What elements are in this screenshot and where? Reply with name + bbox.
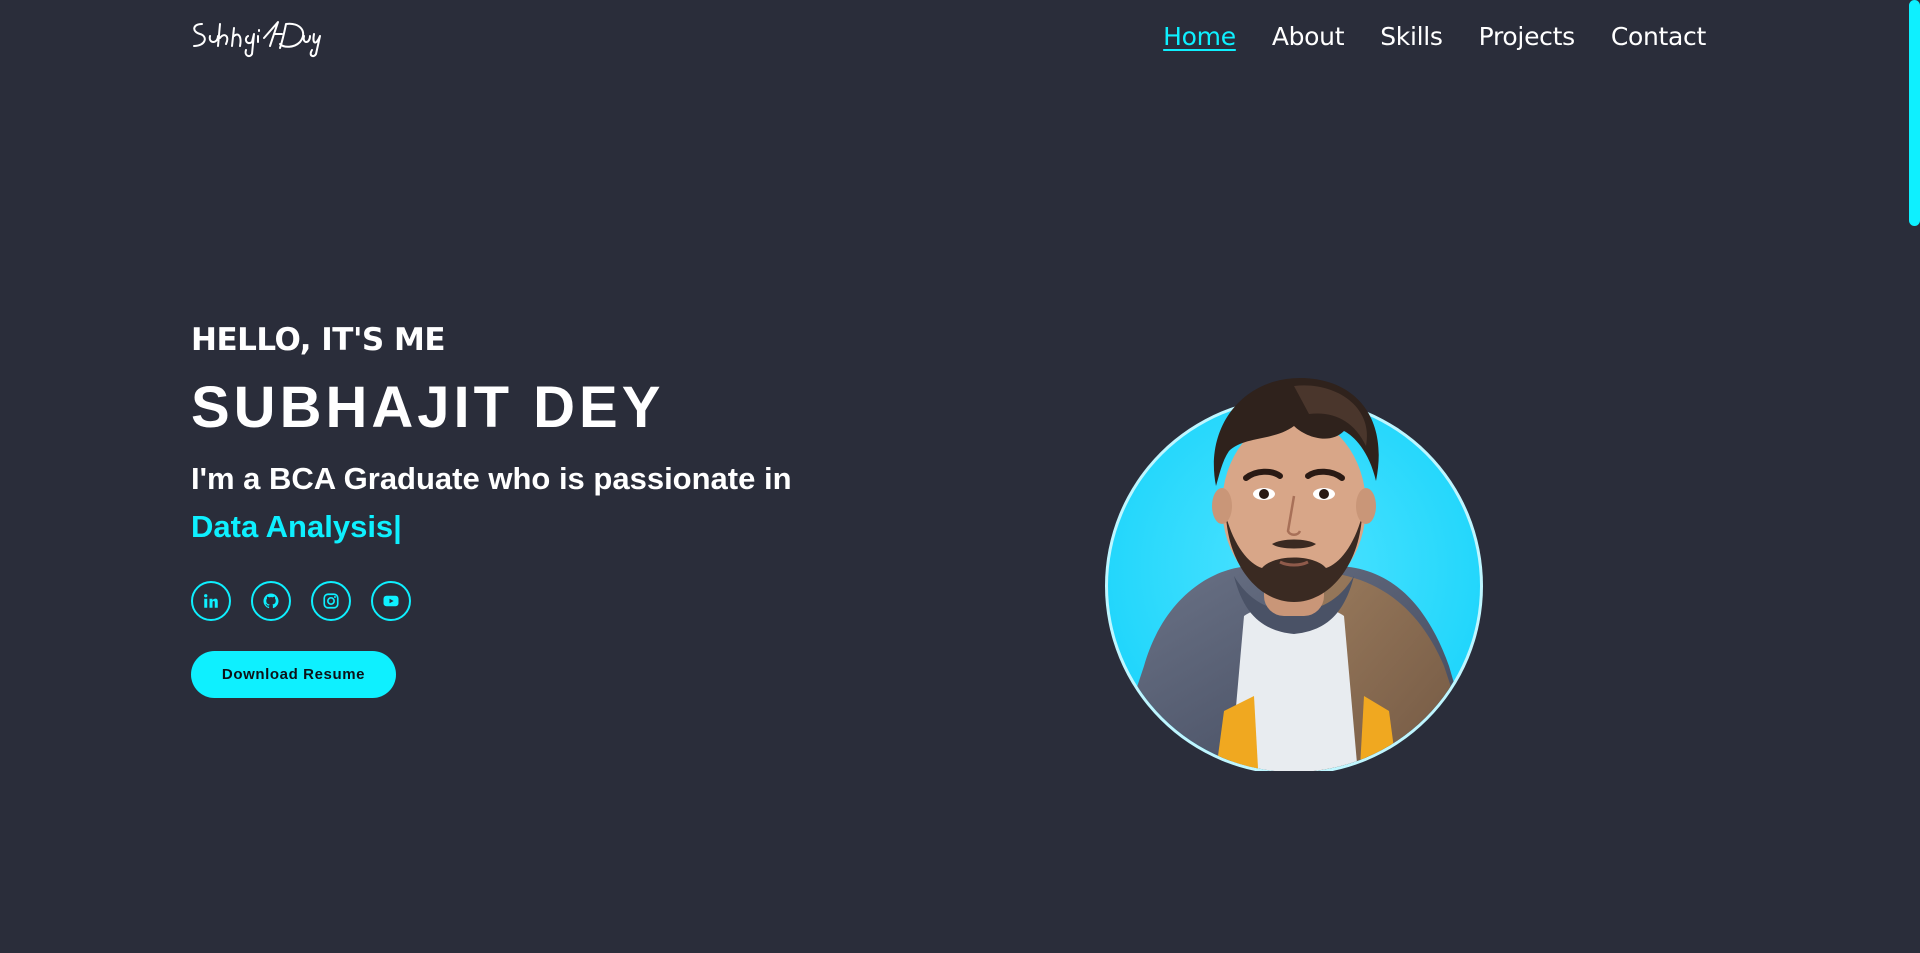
tagline-highlight: Data Analysis	[191, 509, 394, 544]
profile-avatar-illustration	[1105, 377, 1483, 775]
logo-signature[interactable]	[188, 14, 328, 58]
hero-greeting: HELLO, IT'S ME	[191, 322, 446, 358]
hero-section: HELLO, IT'S ME SUBHAJIT DEY I'm a BCA Gr…	[191, 322, 811, 698]
youtube-icon	[383, 595, 399, 607]
instagram-link[interactable]	[311, 581, 351, 621]
scrollbar-thumb[interactable]	[1909, 0, 1920, 226]
linkedin-link[interactable]	[191, 581, 231, 621]
nav-home-link[interactable]: Home	[1163, 22, 1236, 51]
github-link[interactable]	[251, 581, 291, 621]
nav-contact-link[interactable]: Contact	[1611, 22, 1706, 51]
profile-avatar	[1104, 366, 1484, 775]
instagram-icon	[323, 593, 339, 609]
signature-logo-icon	[193, 21, 321, 58]
site-header: Home About Skills Projects Contact	[0, 0, 1908, 78]
portfolio-page: Home About Skills Projects Contact HELLO…	[0, 0, 1920, 953]
linkedin-icon	[204, 594, 218, 608]
github-icon	[263, 593, 279, 609]
main-nav: Home About Skills Projects Contact	[1163, 22, 1706, 51]
youtube-link[interactable]	[371, 581, 411, 621]
social-links	[191, 581, 811, 621]
page-scrollbar[interactable]	[1908, 0, 1920, 953]
hero-tagline: I'm a BCA Graduate who is passionate in …	[191, 455, 811, 551]
nav-projects-link[interactable]: Projects	[1479, 22, 1575, 51]
tagline-prefix: I'm a BCA Graduate who is passionate in	[191, 461, 792, 496]
nav-skills-link[interactable]: Skills	[1380, 22, 1443, 51]
nav-about-link[interactable]: About	[1272, 22, 1345, 51]
typing-cursor: |	[393, 509, 402, 544]
download-resume-button[interactable]: Download Resume	[191, 651, 396, 698]
hero-name: SUBHAJIT DEY	[191, 375, 665, 440]
